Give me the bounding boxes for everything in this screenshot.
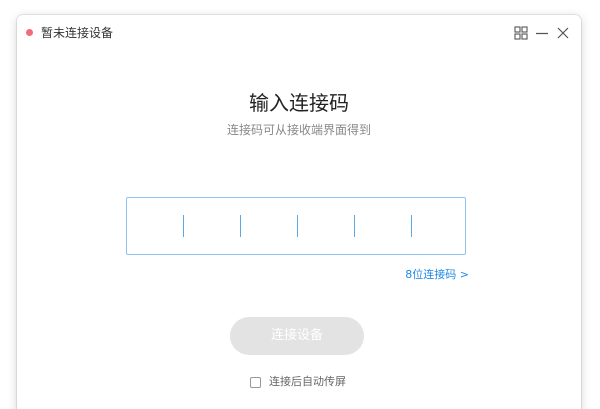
code-digit-slot[interactable] — [353, 215, 355, 237]
connection-code-input[interactable] — [126, 197, 466, 255]
auto-cast-label: 连接后自动传屏 — [269, 375, 346, 388]
page-heading: 输入连接码 — [249, 91, 349, 115]
minimize-icon[interactable] — [534, 25, 550, 41]
code-digit-cursor — [296, 215, 298, 237]
code-digit-cursor — [239, 215, 241, 237]
app-window: 暂未连接设备 输入连接码 连接码可从接收端界面得到 8位连接码 > 连接设备 连… — [17, 15, 581, 409]
code-digit-slot[interactable] — [296, 215, 298, 237]
connect-device-button[interactable]: 连接设备 — [230, 317, 364, 355]
code-digit-slot[interactable] — [410, 215, 412, 237]
page-subtitle: 连接码可从接收端界面得到 — [226, 123, 371, 137]
code-digit-cursor — [182, 215, 184, 237]
close-icon[interactable] — [555, 25, 571, 41]
eight-digit-code-link[interactable]: 8位连接码 > — [405, 267, 469, 283]
grid-icon[interactable] — [513, 25, 529, 41]
auto-cast-option[interactable]: 连接后自动传屏 — [250, 374, 346, 390]
page: 暂未连接设备 输入连接码 连接码可从接收端界面得到 8位连接码 > 连接设备 连… — [0, 0, 600, 409]
code-digit-cursor — [353, 215, 355, 237]
auto-cast-checkbox[interactable] — [250, 376, 261, 388]
title-bar: 暂未连接设备 — [17, 15, 581, 51]
code-digit-slot[interactable] — [239, 215, 241, 237]
connection-status-dot — [26, 29, 33, 36]
code-digit-slot[interactable] — [182, 215, 184, 237]
window-title: 暂未连接设备 — [41, 26, 114, 40]
code-digit-cursor — [410, 215, 412, 237]
